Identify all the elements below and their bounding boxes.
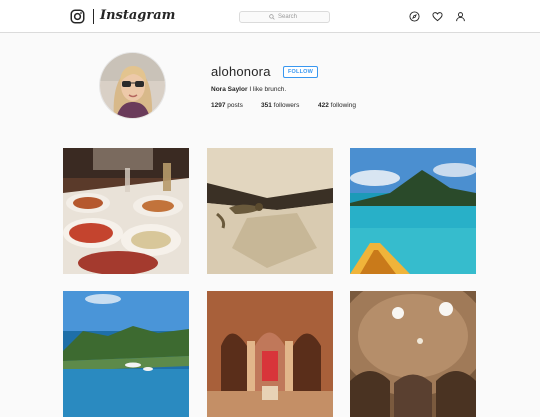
following-stat[interactable]: 422 following [318, 102, 356, 110]
instagram-camera-icon[interactable] [70, 9, 85, 24]
post-tile-arches[interactable] [207, 291, 333, 417]
person-icon[interactable] [455, 11, 466, 22]
profile-bio-text: I like brunch. [249, 86, 287, 93]
follow-button[interactable]: FOLLOW [283, 66, 318, 78]
profile-bio: Nora Saylor I like brunch. [211, 86, 286, 94]
posts-label: posts [227, 102, 243, 109]
following-label: following [330, 102, 356, 109]
following-count: 422 [318, 102, 329, 109]
post-tile-lizard[interactable] [207, 148, 333, 274]
followers-label: followers [273, 102, 300, 109]
top-nav: Instagram Search [0, 0, 540, 33]
search-input[interactable]: Search [239, 11, 330, 23]
post-tile-food[interactable] [63, 148, 189, 274]
posts-count: 1297 [211, 102, 226, 109]
followers-count: 351 [261, 102, 272, 109]
compass-icon[interactable] [409, 11, 420, 22]
nav-divider [93, 9, 94, 24]
profile-avatar[interactable] [100, 53, 165, 118]
profile-full-name: Nora Saylor [211, 86, 248, 93]
heart-icon[interactable] [432, 11, 443, 22]
instagram-wordmark[interactable]: Instagram [100, 7, 175, 25]
posts-stat: 1297 posts [211, 102, 243, 110]
post-tile-lagoon[interactable] [350, 148, 476, 274]
search-icon [269, 14, 275, 20]
followers-stat[interactable]: 351 followers [261, 102, 299, 110]
post-tile-bay[interactable] [63, 291, 189, 417]
profile-username: alohonora [211, 64, 271, 79]
post-tile-dome[interactable] [350, 291, 476, 417]
search-placeholder: Search [278, 14, 298, 20]
